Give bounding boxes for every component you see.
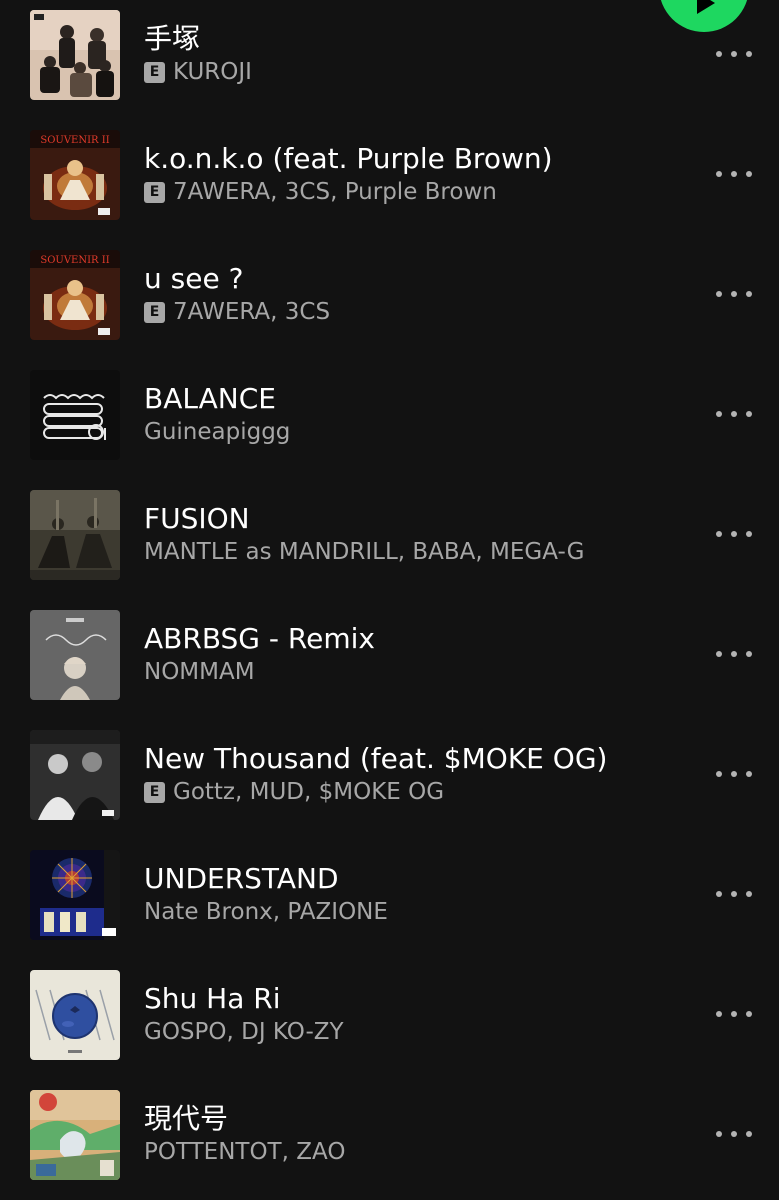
track-subtitle: E Gottz, MUD, $MOKE OG [144, 778, 444, 806]
track-row[interactable]: UNDERSTAND Nate Bronx, PAZIONE [0, 840, 779, 960]
track-title: u see ? [144, 262, 244, 295]
track-subtitle: GOSPO, DJ KO-ZY [144, 1018, 344, 1046]
album-cover: SOUVENIR II [30, 250, 120, 340]
track-row[interactable]: FUSION MANTLE as MANDRILL, BABA, MEGA-G [0, 480, 779, 600]
cover-title-text: SOUVENIR II [40, 255, 109, 266]
track-subtitle: Nate Bronx, PAZIONE [144, 898, 388, 926]
explicit-badge: E [144, 781, 165, 803]
track-title: Shu Ha Ri [144, 982, 281, 1015]
track-row[interactable]: SOUVENIR II u see ? E 7AWERA, 3CS [0, 240, 779, 360]
more-options-icon[interactable] [712, 522, 756, 546]
more-options-icon[interactable] [712, 162, 756, 186]
track-subtitle: Guineapiggg [144, 418, 290, 446]
track-artists: Nate Bronx, PAZIONE [144, 899, 388, 925]
explicit-badge: E [144, 301, 165, 323]
track-artists: Guineapiggg [144, 419, 291, 445]
explicit-badge: E [144, 181, 165, 203]
album-cover [30, 610, 120, 700]
track-artists: 7AWERA, 3CS, Purple Brown [173, 179, 497, 205]
track-artists: NOMMAM [144, 659, 255, 685]
more-options-icon[interactable] [712, 402, 756, 426]
track-artists: Gottz, MUD, $MOKE OG [173, 779, 445, 805]
more-options-icon[interactable] [712, 1122, 756, 1146]
more-options-icon[interactable] [712, 882, 756, 906]
play-icon [697, 0, 715, 14]
track-row[interactable]: ABRBSG - Remix NOMMAM [0, 600, 779, 720]
track-subtitle: MANTLE as MANDRILL, BABA, MEGA-G [144, 538, 584, 566]
album-cover [30, 850, 120, 940]
track-artists: MANTLE as MANDRILL, BABA, MEGA-G [144, 539, 585, 565]
track-title: 現代号 [144, 1102, 229, 1135]
album-cover: SOUVENIR II [30, 130, 120, 220]
more-options-icon[interactable] [712, 762, 756, 786]
album-cover [30, 730, 120, 820]
album-cover [30, 1090, 120, 1180]
track-title: ABRBSG - Remix [144, 622, 375, 655]
track-artists: 7AWERA, 3CS [173, 299, 331, 325]
more-options-icon[interactable] [712, 642, 756, 666]
album-cover [30, 10, 120, 100]
more-options-icon[interactable] [712, 282, 756, 306]
track-row[interactable]: SOUVENIR II k.o.n.k.o (feat. Purple Brow… [0, 120, 779, 240]
track-row[interactable]: BALANCE Guineapiggg [0, 360, 779, 480]
playlist-track-list-screen: 手塚 E KUROJI SOUVENIR II k.o.n.k.o (feat.… [0, 0, 779, 1200]
track-subtitle: E KUROJI [144, 58, 252, 86]
track-title: FUSION [144, 502, 250, 535]
track-title: UNDERSTAND [144, 862, 339, 895]
track-subtitle: E 7AWERA, 3CS [144, 298, 330, 326]
track-row[interactable]: Shu Ha Ri GOSPO, DJ KO-ZY [0, 960, 779, 1080]
album-cover [30, 370, 120, 460]
track-title: k.o.n.k.o (feat. Purple Brown) [144, 142, 553, 175]
track-subtitle: NOMMAM [144, 658, 255, 686]
track-subtitle: POTTENTOT, ZAO [144, 1138, 345, 1166]
track-row[interactable]: 手塚 E KUROJI [0, 0, 779, 120]
album-cover [30, 970, 120, 1060]
track-title: New Thousand (feat. $MOKE OG) [144, 742, 608, 775]
explicit-badge: E [144, 61, 165, 83]
track-title: 手塚 [144, 22, 201, 55]
track-title: BALANCE [144, 382, 276, 415]
album-cover [30, 490, 120, 580]
more-options-icon[interactable] [712, 1002, 756, 1026]
track-row[interactable]: 現代号 POTTENTOT, ZAO [0, 1080, 779, 1200]
track-artists: GOSPO, DJ KO-ZY [144, 1019, 344, 1045]
track-row[interactable]: New Thousand (feat. $MOKE OG) E Gottz, M… [0, 720, 779, 840]
track-artists: KUROJI [173, 59, 252, 85]
more-options-icon[interactable] [712, 42, 756, 66]
track-artists: POTTENTOT, ZAO [144, 1139, 346, 1165]
cover-title-text: SOUVENIR II [40, 135, 109, 146]
track-subtitle: E 7AWERA, 3CS, Purple Brown [144, 178, 497, 206]
